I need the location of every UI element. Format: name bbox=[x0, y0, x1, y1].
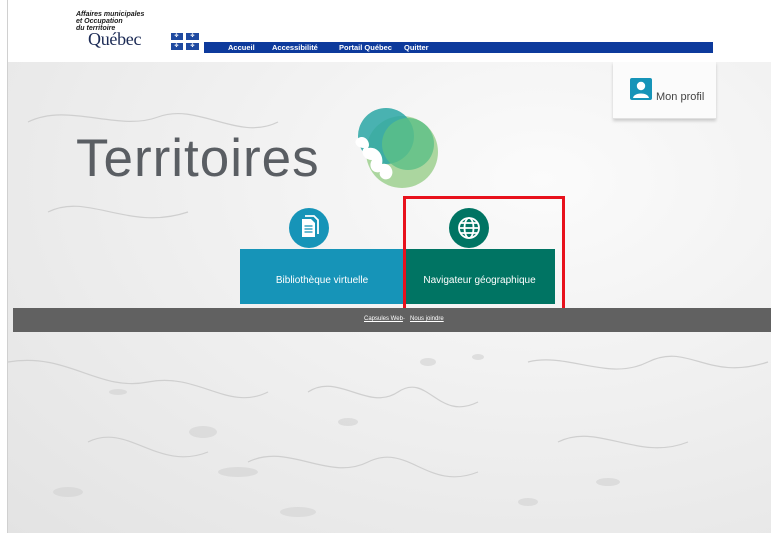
ministry-line: et Occupation bbox=[76, 18, 123, 25]
ministry-line: Affaires municipales bbox=[76, 11, 145, 18]
nav-link-accessibilite[interactable]: Accessibilité bbox=[272, 42, 318, 53]
nav-link-accueil[interactable]: Accueil bbox=[228, 42, 255, 53]
quebec-flag-icon: ✤ ✤ ✤ ✤ bbox=[171, 33, 199, 50]
tile-label: Bibliothèque virtuelle bbox=[275, 275, 369, 286]
user-icon bbox=[630, 78, 652, 100]
bibliotheque-virtuelle-tile[interactable]: Bibliothèque virtuelle bbox=[240, 249, 404, 304]
footer-bar: Capsules Web - Nous joindre bbox=[13, 308, 771, 332]
nav-link-portail-quebec[interactable]: Portail Québec bbox=[339, 42, 392, 53]
quebec-wordmark: Québec bbox=[88, 29, 142, 49]
tile-label: Navigateur géographique bbox=[423, 275, 536, 286]
top-nav-bar: Accueil Accessibilité Portail Québec Qui… bbox=[204, 42, 713, 53]
hero-banner: Mon profil Territoires Bibliothèque virt… bbox=[8, 62, 771, 533]
my-profile-label: Mon profil bbox=[656, 91, 705, 103]
document-icon[interactable] bbox=[289, 208, 329, 248]
nav-link-quitter[interactable]: Quitter bbox=[404, 42, 429, 53]
footer-link-capsules-web[interactable]: Capsules Web bbox=[364, 316, 403, 322]
footer-link-nous-joindre[interactable]: Nous joindre bbox=[410, 316, 444, 322]
globe-icon[interactable] bbox=[449, 208, 489, 248]
territoires-title: Territoires bbox=[76, 129, 320, 188]
navigateur-geographique-tile[interactable]: Navigateur géographique bbox=[404, 249, 555, 304]
territoires-logo-icon bbox=[355, 108, 438, 188]
my-profile-button[interactable]: Mon profil bbox=[613, 62, 716, 119]
footer-separator: - bbox=[403, 316, 405, 322]
